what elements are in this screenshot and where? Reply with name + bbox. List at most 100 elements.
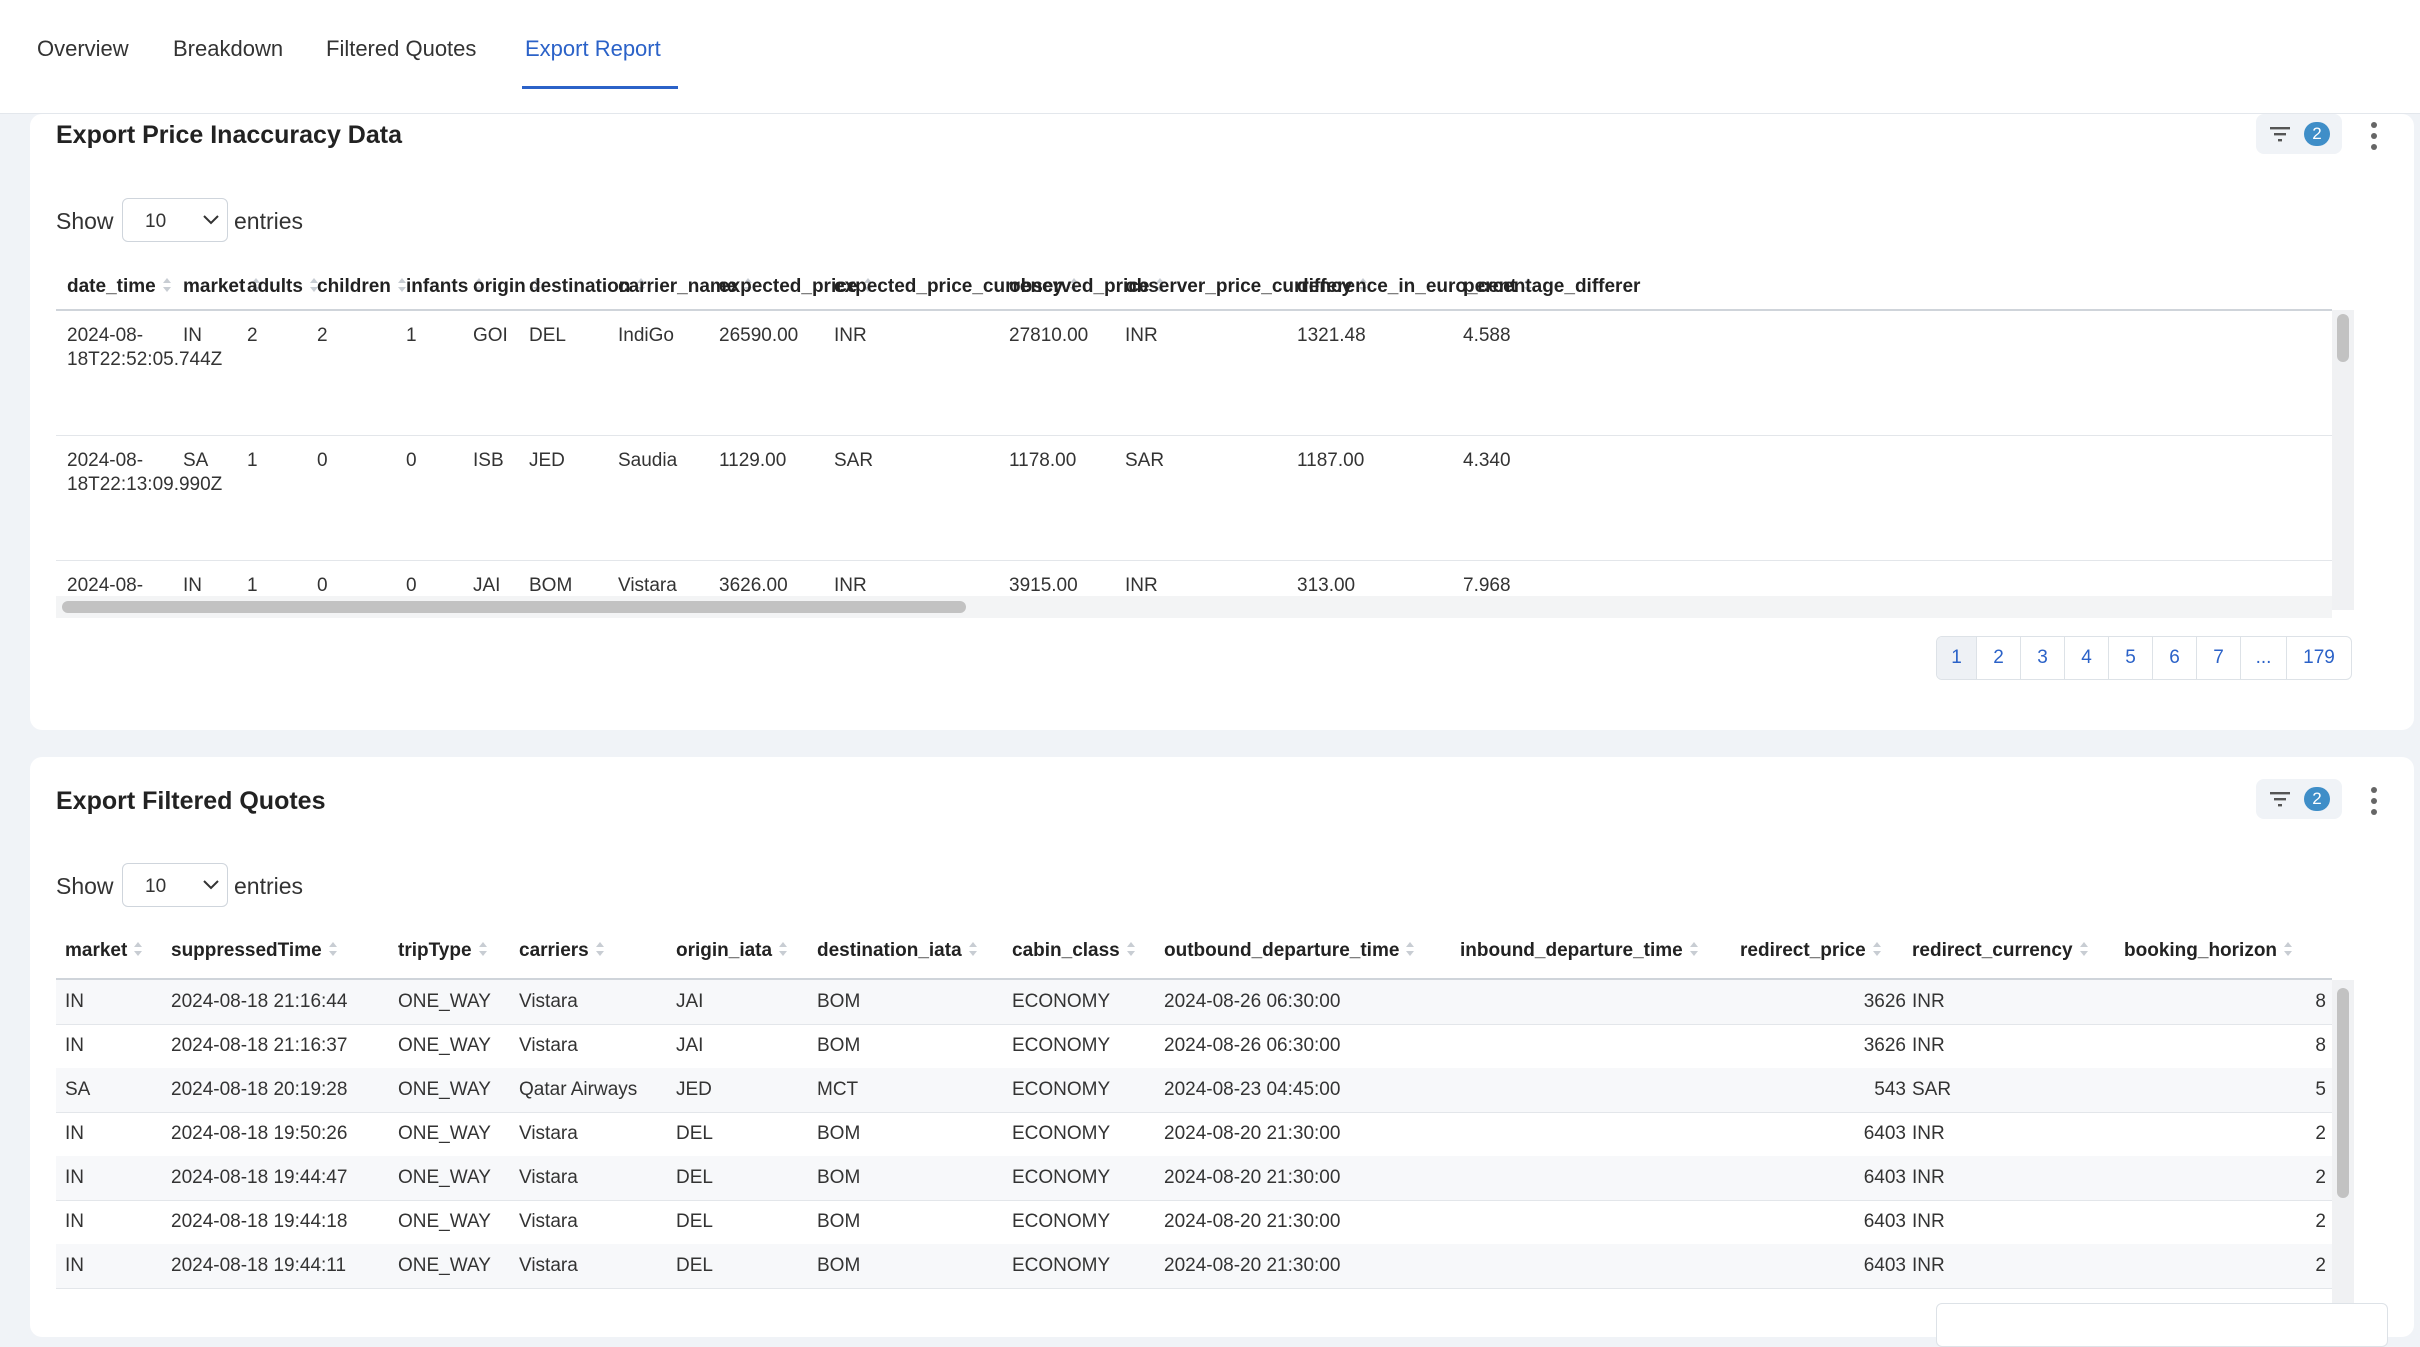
table-cell: 6403 xyxy=(1863,1123,1906,1144)
column-header-origin-iata[interactable]: origin_iata xyxy=(676,940,788,962)
column-header-inbound-departure-time[interactable]: inbound_departure_time xyxy=(1460,940,1698,962)
table-cell: SA xyxy=(65,1079,91,1100)
vertical-scroll-thumb[interactable] xyxy=(2337,988,2349,1198)
pagination-page-4[interactable]: 4 xyxy=(2065,637,2109,679)
tab-export-report[interactable]: Export Report xyxy=(525,36,661,62)
table-cell: 2 xyxy=(2315,1255,2326,1276)
table-cell: 1 xyxy=(406,325,417,346)
column-header-label: tripType xyxy=(398,940,472,961)
table-cell: BOM xyxy=(817,1211,861,1232)
vertical-scrollbar[interactable] xyxy=(2332,310,2354,610)
column-header-adults[interactable]: adults xyxy=(247,276,318,298)
column-header-booking-horizon[interactable]: booking_horizon xyxy=(2124,940,2293,962)
page-size-select[interactable]: 10 xyxy=(122,863,228,907)
table-cell: INR xyxy=(1912,1255,1945,1276)
table-cell: 1321.48 xyxy=(1297,325,1366,346)
table-cell: SA xyxy=(183,450,209,471)
table-cell: ECONOMY xyxy=(1012,1035,1111,1056)
pagination-page-2[interactable]: 2 xyxy=(1977,637,2021,679)
table-cell: 6403 xyxy=(1863,1211,1906,1232)
tab-breakdown[interactable]: Breakdown xyxy=(173,36,283,62)
header-divider xyxy=(56,309,2332,311)
table-cell: BOM xyxy=(817,1035,861,1056)
table-cell: 2024-08-23 04:45:00 xyxy=(1164,1079,1341,1100)
table-cell: 2024-08- xyxy=(67,575,144,596)
table-cell: IN xyxy=(65,1035,84,1056)
sort-icon xyxy=(595,941,604,956)
table-cell: DEL xyxy=(676,1255,713,1276)
horizontal-scrollbar[interactable] xyxy=(56,596,2332,618)
column-header-carriers[interactable]: carriers xyxy=(519,940,604,962)
sort-icon xyxy=(779,941,788,956)
column-header-label: origin xyxy=(473,276,526,297)
table-cell: INR xyxy=(834,575,867,596)
column-header-date-time[interactable]: date_time xyxy=(67,276,171,298)
row-divider xyxy=(56,435,2332,436)
column-header-label: suppressedTime xyxy=(171,940,322,961)
column-header-market[interactable]: market xyxy=(65,940,143,962)
sort-icon xyxy=(1689,941,1698,956)
active-tab-indicator xyxy=(522,86,678,89)
chevron-down-icon xyxy=(203,880,219,890)
page-size-value: 10 xyxy=(145,876,167,897)
table-cell: 2 xyxy=(247,325,258,346)
sort-icon xyxy=(328,941,337,956)
sort-icon xyxy=(2284,941,2293,956)
column-header-cabin-class[interactable]: cabin_class xyxy=(1012,940,1135,962)
top-nav: Overview Breakdown Filtered Quotes Expor… xyxy=(0,0,2420,114)
table-viewport: date_time market adults children infants orig… xyxy=(30,114,2332,596)
pagination-page-7[interactable]: 7 xyxy=(2197,637,2241,679)
table-cell: IN xyxy=(65,1167,84,1188)
table-cell: BOM xyxy=(817,1123,861,1144)
table-cell: JED xyxy=(676,1079,712,1100)
table-cell: 1129.00 xyxy=(719,450,787,471)
table-cell: 2024-08-18 19:50:26 xyxy=(171,1123,348,1144)
column-header-label: children xyxy=(317,276,391,297)
table-cell: 1178.00 xyxy=(1009,450,1077,471)
column-header-redirect-currency[interactable]: redirect_currency xyxy=(1912,940,2088,962)
column-header-tripType[interactable]: tripType xyxy=(398,940,487,962)
table-cell: Vistara xyxy=(519,1167,578,1188)
column-header-infants[interactable]: infants xyxy=(406,276,484,298)
row-divider xyxy=(56,1024,2332,1025)
pagination-page-5[interactable]: 5 xyxy=(2109,637,2153,679)
column-header-label: inbound_departure_time xyxy=(1460,940,1683,961)
filter-button[interactable]: 2 xyxy=(2256,779,2342,819)
more-options-icon[interactable] xyxy=(2368,122,2380,156)
pagination-page-1[interactable]: 1 xyxy=(1937,637,1977,679)
tab-filtered-quotes[interactable]: Filtered Quotes xyxy=(326,36,476,62)
table-cell: Vistara xyxy=(519,1255,578,1276)
more-options-icon[interactable] xyxy=(2368,787,2380,821)
vertical-scroll-thumb[interactable] xyxy=(2337,314,2349,362)
table-cell: ONE_WAY xyxy=(398,991,491,1012)
table-cell: 6403 xyxy=(1863,1255,1906,1276)
column-header-redirect-price[interactable]: redirect_price xyxy=(1740,940,1881,962)
sort-icon xyxy=(134,941,143,956)
row-divider xyxy=(56,1288,2332,1289)
pagination-page-6[interactable]: 6 xyxy=(2153,637,2197,679)
column-header-label: origin_iata xyxy=(676,940,773,961)
table-cell: JED xyxy=(529,450,565,471)
column-header-label: infants xyxy=(406,276,469,297)
table-cell: 0 xyxy=(317,575,328,596)
sort-icon xyxy=(1872,941,1881,956)
table-cell: IndiGo xyxy=(618,325,674,346)
pagination-page-3[interactable]: 3 xyxy=(2021,637,2065,679)
column-header-percentage-differer[interactable]: percentage_differer xyxy=(1463,276,1640,298)
tab-overview[interactable]: Overview xyxy=(37,36,129,62)
column-header-label: market xyxy=(65,940,128,961)
pagination-page-179[interactable]: 179 xyxy=(2287,637,2351,679)
table-cell: 0 xyxy=(317,450,328,471)
column-header-outbound-departure-time[interactable]: outbound_departure_time xyxy=(1164,940,1415,962)
table-cell: 3915.00 xyxy=(1009,575,1078,596)
table-cell: JAI xyxy=(473,575,501,596)
table-cell: BOM xyxy=(817,1167,861,1188)
row-divider xyxy=(56,560,2332,561)
table-cell: ECONOMY xyxy=(1012,1167,1111,1188)
column-header-destination-iata[interactable]: destination_iata xyxy=(817,940,977,962)
vertical-scrollbar[interactable] xyxy=(2332,980,2354,1318)
table-cell: INR xyxy=(1125,325,1158,346)
column-header-children[interactable]: children xyxy=(317,276,406,298)
column-header-suppressedTime[interactable]: suppressedTime xyxy=(171,940,337,962)
horizontal-scroll-thumb[interactable] xyxy=(62,601,966,613)
